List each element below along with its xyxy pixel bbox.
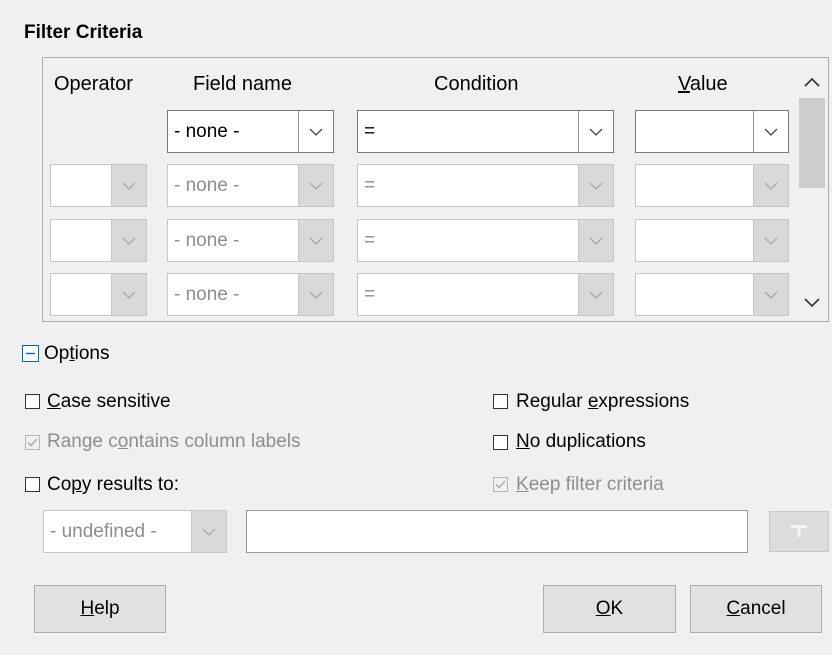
chevron-down-icon	[764, 291, 778, 299]
value-combo-1[interactable]	[635, 110, 789, 153]
copy-results-checkbox[interactable]	[25, 477, 40, 492]
dropdown-button[interactable]	[111, 165, 146, 206]
dropdown-button[interactable]	[753, 165, 788, 206]
field-name-combo-4[interactable]: - none -	[167, 273, 334, 316]
shrink-button[interactable]	[769, 511, 829, 552]
column-header-operator: Operator	[54, 73, 133, 95]
chevron-down-icon	[122, 182, 136, 190]
dropdown-button[interactable]	[578, 274, 613, 315]
column-header-value: Value	[678, 73, 728, 95]
range-contains-labels-label: Range contains column labels	[47, 431, 301, 452]
dropdown-button[interactable]	[111, 220, 146, 261]
chevron-down-icon	[309, 237, 323, 245]
help-button[interactable]: Help	[34, 585, 166, 633]
field-name-value: - none -	[174, 284, 240, 305]
chevron-down-icon	[309, 291, 323, 299]
dropdown-button[interactable]	[753, 111, 788, 152]
checkmark-icon	[495, 480, 506, 489]
dropdown-button[interactable]	[578, 165, 613, 206]
chevron-down-icon	[764, 182, 778, 190]
shrink-icon	[791, 525, 807, 537]
dropdown-button[interactable]	[578, 111, 613, 152]
keep-filter-criteria-label: Keep filter criteria	[516, 474, 664, 495]
condition-combo-3[interactable]: =	[357, 219, 614, 262]
condition-combo-4[interactable]: =	[357, 273, 614, 316]
chevron-down-icon	[764, 128, 778, 136]
chevron-down-icon	[309, 182, 323, 190]
chevron-down-icon	[589, 291, 603, 299]
chevron-down-icon	[202, 528, 216, 536]
chevron-down-icon	[309, 128, 323, 136]
field-name-value: - none -	[174, 175, 240, 196]
case-sensitive-checkbox[interactable]	[25, 394, 40, 409]
chevron-down-icon	[122, 291, 136, 299]
field-name-value: - none -	[174, 230, 240, 251]
scroll-down-arrow-icon[interactable]	[803, 297, 821, 309]
chevron-down-icon	[589, 237, 603, 245]
column-header-field-name: Field name	[193, 73, 292, 95]
checkmark-icon	[27, 438, 38, 447]
field-name-combo-1[interactable]: - none -	[167, 110, 334, 153]
condition-value: =	[364, 121, 376, 142]
condition-value: =	[364, 230, 376, 251]
chevron-down-icon	[589, 128, 603, 136]
condition-combo-2[interactable]: =	[357, 164, 614, 207]
copy-target-input[interactable]	[246, 510, 748, 553]
chevron-down-icon	[122, 237, 136, 245]
ok-button[interactable]: OK	[543, 585, 676, 633]
regular-expressions-checkbox[interactable]	[493, 394, 508, 409]
condition-combo-1[interactable]: =	[357, 110, 614, 153]
dropdown-button[interactable]	[578, 220, 613, 261]
copy-target-combo[interactable]: - undefined -	[43, 510, 227, 553]
chevron-down-icon	[764, 237, 778, 245]
options-expander-label[interactable]: Options	[44, 343, 110, 365]
filter-criteria-title: Filter Criteria	[24, 22, 143, 43]
column-header-condition: Condition	[434, 73, 519, 95]
dropdown-button[interactable]	[298, 274, 333, 315]
scroll-up-arrow-icon[interactable]	[803, 76, 821, 88]
value-combo-4[interactable]	[635, 273, 789, 316]
case-sensitive-label[interactable]: Case sensitive	[47, 391, 171, 413]
dropdown-button[interactable]	[191, 511, 226, 552]
operator-combo-2[interactable]	[50, 164, 147, 207]
copy-results-label[interactable]: Copy results to:	[47, 474, 179, 496]
no-duplications-label[interactable]: No duplications	[516, 431, 646, 453]
dropdown-button[interactable]	[298, 165, 333, 206]
operator-combo-3[interactable]	[50, 219, 147, 262]
field-name-combo-2[interactable]: - none -	[167, 164, 334, 207]
chevron-down-icon	[589, 182, 603, 190]
dropdown-button[interactable]	[753, 220, 788, 261]
condition-value: =	[364, 284, 376, 305]
value-combo-2[interactable]	[635, 164, 789, 207]
cancel-button[interactable]: Cancel	[690, 585, 822, 633]
range-contains-labels-checkbox[interactable]	[25, 435, 40, 450]
dropdown-button[interactable]	[753, 274, 788, 315]
minus-box-icon[interactable]	[22, 345, 39, 362]
dropdown-button[interactable]	[111, 274, 146, 315]
condition-value: =	[364, 175, 376, 196]
operator-combo-4[interactable]	[50, 273, 147, 316]
field-name-value: - none -	[174, 121, 240, 142]
scrollbar-thumb[interactable]	[799, 98, 825, 188]
dropdown-button[interactable]	[298, 220, 333, 261]
value-combo-3[interactable]	[635, 219, 789, 262]
dropdown-button[interactable]	[298, 111, 333, 152]
regular-expressions-label[interactable]: Regular expressions	[516, 391, 689, 413]
copy-target-value: - undefined -	[50, 521, 157, 542]
keep-filter-criteria-checkbox[interactable]	[493, 477, 508, 492]
no-duplications-checkbox[interactable]	[493, 435, 508, 450]
field-name-combo-3[interactable]: - none -	[167, 219, 334, 262]
